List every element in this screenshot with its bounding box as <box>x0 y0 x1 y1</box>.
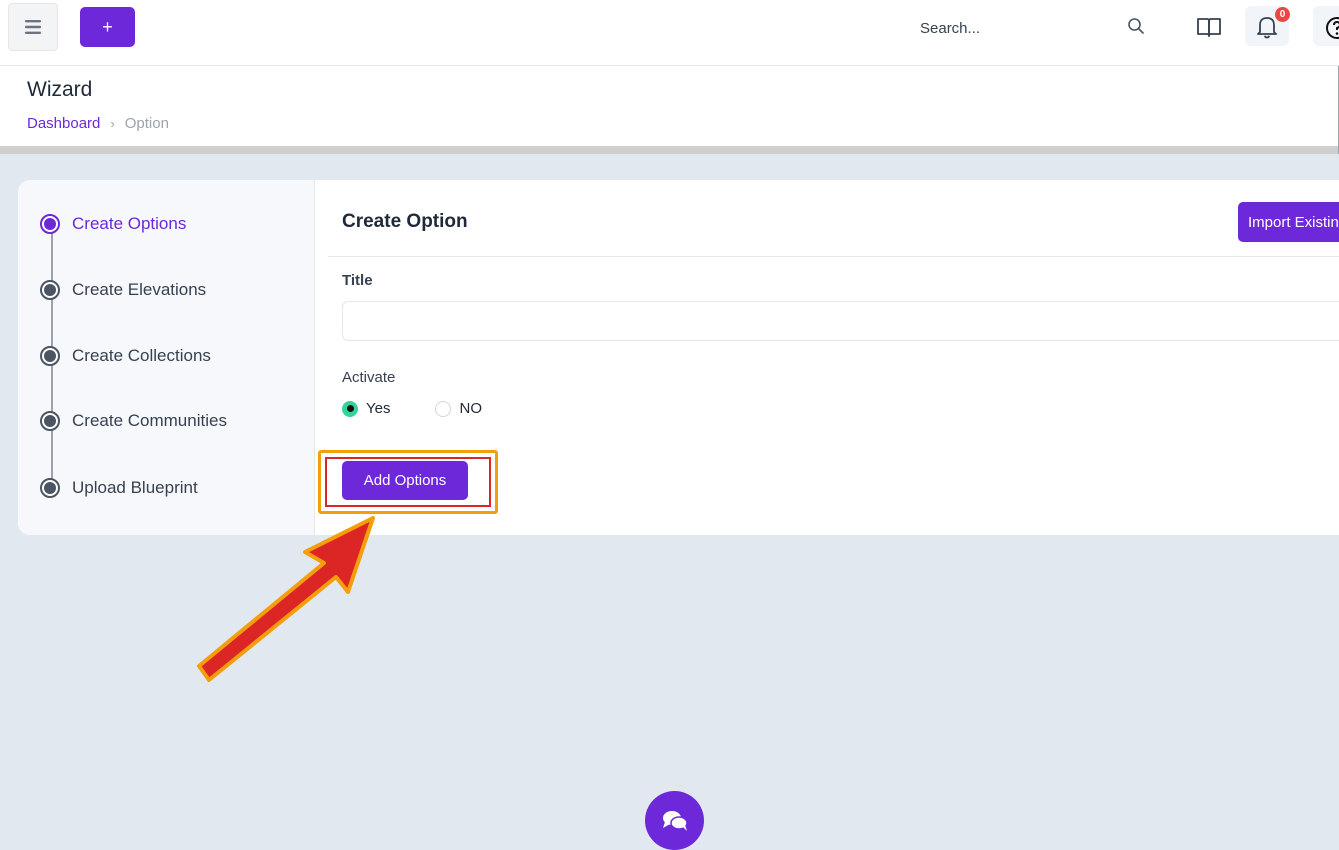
top-bar: + 0 <box>0 0 1339 66</box>
step-label: Upload Blueprint <box>72 478 198 497</box>
breadcrumb-dashboard-link[interactable]: Dashboard <box>27 115 100 132</box>
header-divider <box>0 146 1339 154</box>
book-icon[interactable] <box>1196 16 1222 38</box>
step-label: Create Communities <box>72 411 227 430</box>
step-label: Create Elevations <box>72 280 207 299</box>
breadcrumb-separator: › <box>110 116 115 131</box>
notifications-button[interactable]: 0 <box>1245 6 1290 46</box>
import-existing-button[interactable]: Import Existing <box>1238 202 1339 242</box>
step-indicator <box>40 280 60 300</box>
activate-label: Activate <box>342 369 396 386</box>
step-indicator <box>40 411 60 431</box>
radio-yes[interactable] <box>342 400 358 417</box>
breadcrumb-current: Option <box>124 115 169 132</box>
step-indicator <box>40 346 60 366</box>
form-title: Create Option <box>342 211 468 232</box>
radio-yes-label[interactable]: Yes <box>366 400 390 417</box>
search-icon[interactable] <box>1127 17 1145 35</box>
create-option-form: Create Option Import Existing Title Acti… <box>316 180 1339 535</box>
step-create-collections[interactable]: Create Collections <box>40 346 211 366</box>
title-input[interactable] <box>342 301 1339 341</box>
step-upload-blueprint[interactable]: Upload Blueprint <box>40 478 198 498</box>
wizard-stepper: Create Options Create Elevations Create … <box>18 180 315 535</box>
page-header: Wizard Dashboard › Option <box>0 66 1339 146</box>
search-input[interactable] <box>910 12 1150 44</box>
wizard-card: Create Options Create Elevations Create … <box>18 180 1339 535</box>
step-label: Create Options <box>72 214 187 233</box>
add-new-button[interactable]: + <box>80 7 135 47</box>
help-button[interactable] <box>1313 6 1339 46</box>
annotation-arrow-icon <box>197 516 375 682</box>
notification-count-badge: 0 <box>1275 7 1290 22</box>
step-create-communities[interactable]: Create Communities <box>40 411 227 431</box>
activate-radio-group: Yes NO <box>342 400 482 417</box>
menu-toggle-button[interactable] <box>8 3 58 51</box>
help-icon <box>1326 17 1339 39</box>
title-field-label: Title <box>342 272 373 289</box>
chat-button[interactable] <box>645 791 704 850</box>
form-divider <box>328 256 1339 257</box>
breadcrumb: Dashboard › Option <box>27 115 169 132</box>
radio-no-label[interactable]: NO <box>459 400 482 417</box>
page-title: Wizard <box>27 78 93 101</box>
chat-icon <box>662 810 688 831</box>
step-create-elevations[interactable]: Create Elevations <box>40 280 206 300</box>
step-indicator <box>40 478 60 498</box>
step-label: Create Collections <box>72 346 211 365</box>
add-options-button[interactable]: Add Options <box>342 461 468 500</box>
step-create-options[interactable]: Create Options <box>40 214 186 234</box>
step-indicator <box>40 214 60 234</box>
hamburger-icon <box>25 20 41 34</box>
radio-no[interactable] <box>435 400 452 417</box>
